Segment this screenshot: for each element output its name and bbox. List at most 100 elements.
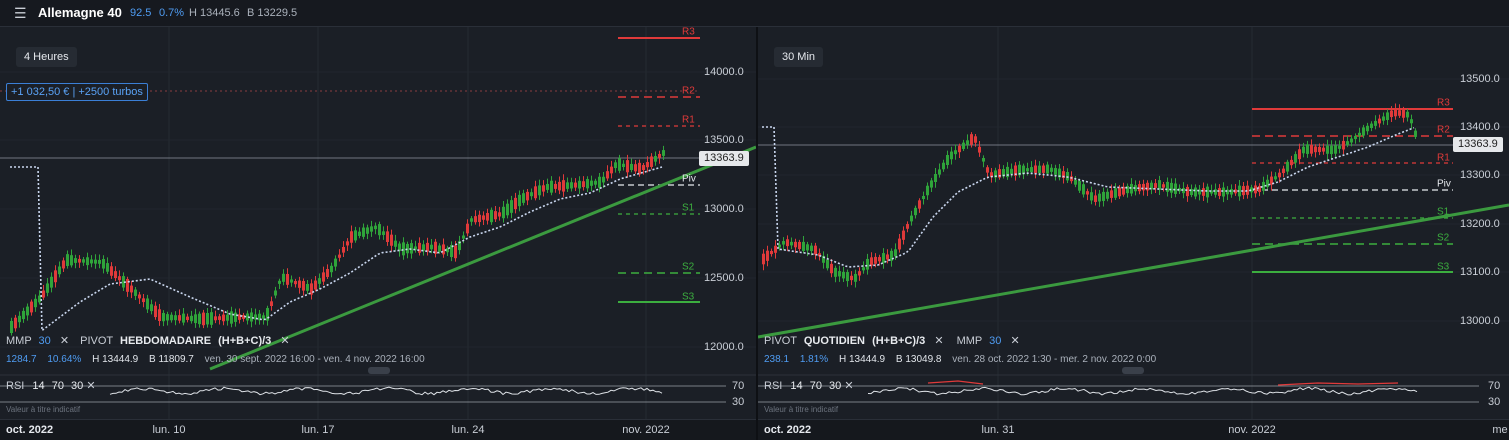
candle-body xyxy=(1402,109,1405,118)
pivot-level-label: R1 xyxy=(1437,152,1450,164)
x-axis-label: lun. 10 xyxy=(152,424,186,436)
candle-body xyxy=(506,203,509,216)
candle-body xyxy=(638,162,641,175)
candle-body xyxy=(1074,179,1077,185)
candle-body xyxy=(1394,108,1397,117)
chart-panel-4h[interactable]: 4 Heures +1 032,50 € | +2500 turbos 1336… xyxy=(0,27,756,440)
candle-body xyxy=(402,242,405,256)
chart-panel-30min[interactable]: 30 Min 13363.9 13500.0 13400.0 13300.0 1… xyxy=(758,27,1509,440)
pivot-level-label: S2 xyxy=(1437,232,1450,244)
price-chart-30min[interactable] xyxy=(758,27,1509,440)
close-icon[interactable]: ✕ xyxy=(1010,335,1019,347)
candle-body xyxy=(774,245,777,253)
pivot-formula[interactable]: (H+B+C)/3 xyxy=(218,335,271,347)
y-axis-label: 13000.0 xyxy=(704,203,744,215)
candle-body xyxy=(374,225,377,230)
candle-body xyxy=(98,259,101,264)
candle-body xyxy=(470,218,473,222)
candle-body xyxy=(886,254,889,260)
close-icon[interactable]: ✕ xyxy=(60,335,69,347)
turbo-position-badge[interactable]: +1 032,50 € | +2500 turbos xyxy=(6,83,148,101)
range-low: B 13049.8 xyxy=(895,354,942,365)
candle-body xyxy=(318,278,321,284)
candle-body xyxy=(114,271,117,279)
instrument-name[interactable]: Allemagne 40 xyxy=(38,5,122,20)
candle-body xyxy=(66,254,69,266)
candle-body xyxy=(870,257,873,266)
x-axis-label: lun. 17 xyxy=(301,424,335,436)
pivot-type[interactable]: QUOTIDIEN xyxy=(804,335,865,347)
candle-body xyxy=(914,207,917,216)
candle-body xyxy=(1166,181,1169,192)
candle-body xyxy=(934,173,937,183)
pane-resize-handle[interactable] xyxy=(1122,367,1144,374)
candle-body xyxy=(326,269,329,277)
timeframe-4h-label[interactable]: 4 Heures xyxy=(16,47,77,67)
candle-body xyxy=(298,280,301,288)
candle-body xyxy=(534,186,537,199)
pivot-label[interactable]: PIVOT xyxy=(764,335,797,347)
timeframe-30min-label[interactable]: 30 Min xyxy=(774,47,824,67)
candle-body xyxy=(170,314,173,321)
mmp-label[interactable]: MMP xyxy=(957,335,982,347)
candle-body xyxy=(598,176,601,188)
candle-body xyxy=(1358,132,1361,137)
mmp-period[interactable]: 30 xyxy=(39,335,51,347)
x-axis-label: oct. 2022 xyxy=(6,424,54,436)
rsi-y-label: 30 xyxy=(732,396,745,408)
x-axis[interactable]: oct. 2022 lun. 10 lun. 17 lun. 24 nov. 2… xyxy=(0,419,756,440)
candle-body xyxy=(1338,145,1341,149)
range-low: B 11809.7 xyxy=(149,354,194,365)
candle-body xyxy=(78,258,81,263)
pivot-level-label: Piv xyxy=(1437,178,1451,190)
y-axis-label: 14000.0 xyxy=(704,66,744,78)
rsi-line xyxy=(867,386,1418,396)
candle-body xyxy=(862,267,865,271)
pivot-formula[interactable]: (H+B+C)/3 xyxy=(872,335,925,347)
candle-body xyxy=(350,231,353,243)
candle-body xyxy=(14,317,17,329)
close-icon[interactable]: ✕ xyxy=(280,335,289,347)
pivot-type[interactable]: HEBDOMADAIRE xyxy=(120,335,211,347)
rsi-label[interactable]: RSI xyxy=(764,380,782,392)
close-icon[interactable]: ✕ xyxy=(934,335,943,347)
current-price-tag: 13363.9 xyxy=(1453,137,1503,152)
rsi-label[interactable]: RSI xyxy=(6,380,24,392)
candle-body xyxy=(250,312,253,322)
candle-body xyxy=(282,273,285,282)
candle-body xyxy=(366,227,369,234)
candle-body xyxy=(922,195,925,200)
close-icon[interactable]: ✕ xyxy=(86,380,95,392)
candle-body xyxy=(274,290,277,296)
mmp-period[interactable]: 30 xyxy=(989,335,1001,347)
candle-body xyxy=(938,169,941,175)
rsi-legend: RSI 14 70 30 ✕ xyxy=(764,379,854,392)
candle-body xyxy=(1350,138,1353,143)
candle-body xyxy=(206,313,209,325)
candle-body xyxy=(986,167,989,173)
candle-body xyxy=(158,309,161,322)
candle-body xyxy=(1398,110,1401,116)
candle-body xyxy=(874,256,877,264)
close-icon[interactable]: ✕ xyxy=(844,380,853,392)
candle-body xyxy=(1334,145,1337,154)
candle-body xyxy=(294,281,297,285)
x-axis[interactable]: oct. 2022 lun. 31 nov. 2022 me xyxy=(758,419,1509,440)
pivot-label[interactable]: PIVOT xyxy=(80,335,113,347)
mmp-label[interactable]: MMP xyxy=(6,335,31,347)
x-axis-label: oct. 2022 xyxy=(764,424,812,436)
rsi-param: 30 xyxy=(829,380,842,392)
candle-body xyxy=(1090,192,1093,201)
hamburger-icon[interactable]: ☰ xyxy=(14,5,27,22)
candle-body xyxy=(22,310,25,320)
candle-body xyxy=(1094,195,1097,202)
candle-body xyxy=(1406,111,1409,118)
pane-resize-handle[interactable] xyxy=(368,367,390,374)
candle-body xyxy=(614,162,617,169)
candle-body xyxy=(214,316,217,321)
candle-body xyxy=(1066,171,1069,181)
candle-body xyxy=(978,146,981,153)
candle-body xyxy=(654,155,657,162)
candle-body xyxy=(1222,187,1225,197)
candle-body xyxy=(10,320,13,334)
